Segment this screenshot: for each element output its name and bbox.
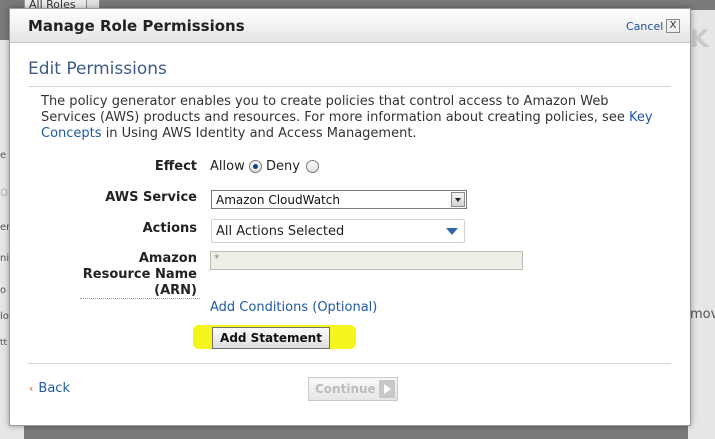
bg-left-fragment: e bbox=[0, 150, 7, 161]
intro-text-after: in Using AWS Identity and Access Managem… bbox=[105, 126, 417, 141]
bg-left-fragment: o bbox=[0, 285, 7, 296]
arrow-right-icon bbox=[379, 380, 395, 398]
close-icon[interactable]: X bbox=[666, 19, 680, 33]
background-right-panel bbox=[688, 10, 715, 439]
intro-text-before: The policy generator enables you to crea… bbox=[41, 94, 625, 125]
add-statement-button[interactable]: Add Statement bbox=[212, 327, 330, 349]
chevron-down-icon[interactable] bbox=[451, 192, 465, 207]
divider bbox=[28, 86, 671, 87]
back-link[interactable]: ‹ Back bbox=[29, 381, 70, 396]
aws-service-select[interactable]: Amazon CloudWatch bbox=[211, 190, 467, 209]
section-title: Edit Permissions bbox=[28, 59, 167, 79]
aws-service-value: Amazon CloudWatch bbox=[216, 193, 340, 207]
bg-right-fragment: move bbox=[690, 307, 715, 322]
back-label: Back bbox=[38, 381, 70, 396]
deny-label[interactable]: Deny bbox=[266, 159, 300, 174]
bg-left-fragment: lo bbox=[0, 311, 9, 322]
dialog-header: Manage Role Permissions Cancel X bbox=[10, 9, 690, 43]
actions-value: All Actions Selected bbox=[216, 224, 345, 239]
triangle-down-icon[interactable] bbox=[446, 228, 458, 235]
arn-input[interactable]: * bbox=[210, 251, 523, 270]
bg-right-glyph: K bbox=[690, 25, 709, 53]
actions-label: Actions bbox=[142, 221, 197, 236]
chevron-left-icon: ‹ bbox=[29, 382, 34, 395]
bg-left-fragment: tt bbox=[0, 338, 8, 348]
intro-text: The policy generator enables you to crea… bbox=[41, 94, 661, 142]
dialog-title: Manage Role Permissions bbox=[28, 17, 245, 35]
arn-label-line: (ARN) bbox=[154, 283, 197, 298]
effect-label: Effect bbox=[154, 159, 197, 174]
arn-label-line: Resource Name bbox=[82, 267, 197, 282]
allow-label[interactable]: Allow bbox=[210, 159, 245, 174]
arn-label-line: Amazon bbox=[138, 251, 197, 266]
arn-label: Amazon Resource Name (ARN) bbox=[80, 251, 197, 299]
aws-service-label: AWS Service bbox=[105, 190, 197, 205]
cancel-link[interactable]: Cancel bbox=[626, 20, 663, 33]
bg-left-fragment: o bbox=[0, 185, 8, 200]
allow-radio[interactable] bbox=[249, 160, 262, 173]
divider bbox=[28, 363, 671, 364]
add-conditions-link[interactable]: Add Conditions (Optional) bbox=[210, 300, 377, 315]
actions-select[interactable]: All Actions Selected bbox=[211, 219, 465, 243]
continue-label: Continue bbox=[315, 382, 376, 396]
deny-radio[interactable] bbox=[306, 160, 319, 173]
manage-role-permissions-dialog: Manage Role Permissions Cancel X Edit Pe… bbox=[9, 8, 691, 426]
continue-button[interactable]: Continue bbox=[308, 377, 398, 401]
arn-label-underline bbox=[80, 298, 200, 299]
